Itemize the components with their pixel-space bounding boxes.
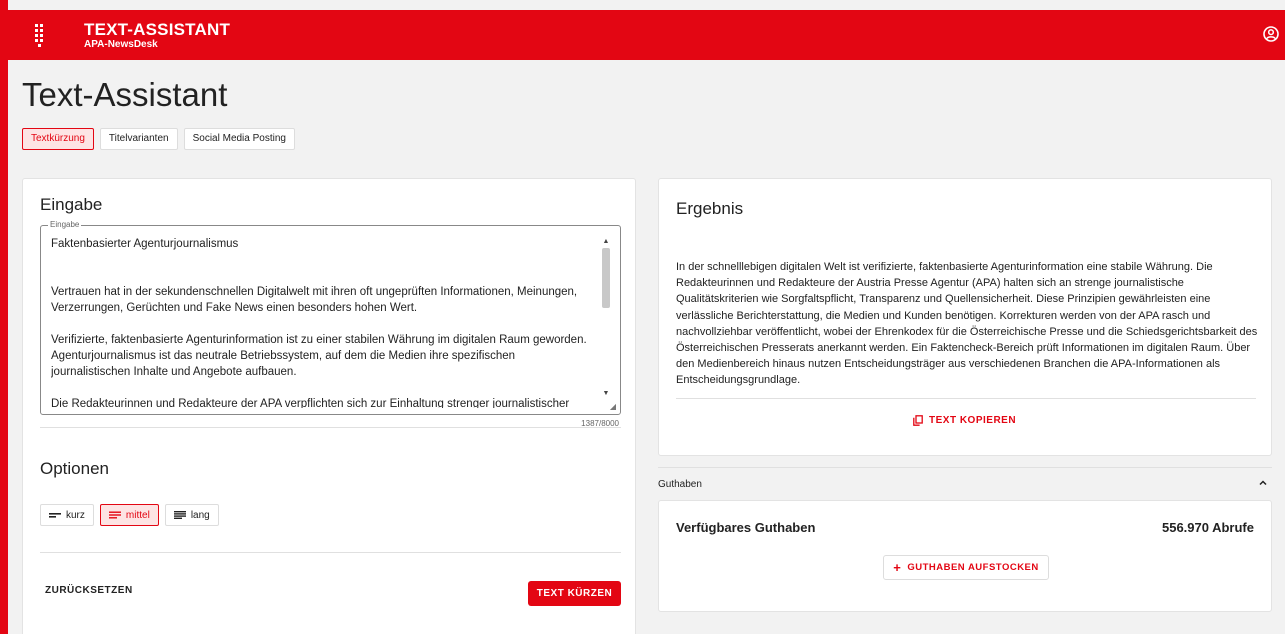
available-credit-value: 556.970 Abrufe xyxy=(1161,520,1254,535)
app-bar: TEXT-ASSISTANT APA-NewsDesk xyxy=(8,10,1285,60)
result-card: Ergebnis In der schnelllebigen digitalen… xyxy=(658,178,1272,456)
plus-icon: + xyxy=(893,559,902,575)
copy-icon xyxy=(913,415,923,426)
available-credit-label: Verfügbares Guthaben xyxy=(676,520,816,535)
copy-text-label: TEXT KOPIEREN xyxy=(929,415,1017,426)
option-kurz-label: kurz xyxy=(66,509,85,521)
credit-section-label[interactable]: Guthaben xyxy=(658,479,702,490)
chevron-up-icon[interactable] xyxy=(1258,478,1268,488)
input-field-label: Eingabe xyxy=(48,220,82,229)
scroll-up-arrow-icon[interactable]: ▲ xyxy=(602,238,610,246)
credit-section-divider xyxy=(658,467,1272,468)
input-textarea[interactable]: Eingabe Faktenbasierter Agenturjournalis… xyxy=(40,220,621,415)
option-lang[interactable]: lang xyxy=(164,504,219,526)
options-divider xyxy=(40,552,621,553)
option-lang-label: lang xyxy=(190,509,210,521)
left-frame-border xyxy=(0,0,8,634)
long-lines-icon xyxy=(173,511,186,519)
option-mittel-label: mittel xyxy=(125,509,150,521)
user-circle-icon[interactable] xyxy=(1263,26,1279,42)
credit-card: Verfügbares Guthaben 556.970 Abrufe + GU… xyxy=(658,500,1272,612)
topup-credit-label: GUTHABEN AUFSTOCKEN xyxy=(907,562,1039,573)
app-subtitle: APA-NewsDesk xyxy=(84,38,158,50)
result-card-title: Ergebnis xyxy=(676,199,744,218)
options-title: Optionen xyxy=(40,459,109,478)
apps-grid-icon[interactable] xyxy=(28,23,50,47)
length-options: kurz mittel lang xyxy=(40,504,219,526)
tab-social-media-posting[interactable]: Social Media Posting xyxy=(183,128,295,150)
input-card: Eingabe Eingabe Faktenbasierter Agenturj… xyxy=(22,178,636,634)
resize-handle-icon[interactable]: ◢ xyxy=(610,402,616,411)
option-mittel[interactable]: mittel xyxy=(99,504,159,526)
scrollbar-thumb[interactable] xyxy=(602,248,610,308)
copy-text-button[interactable]: TEXT KOPIEREN xyxy=(913,415,1016,426)
tool-tabs: Textkürzung Titelvarianten Social Media … xyxy=(22,128,295,150)
input-text-value[interactable]: Faktenbasierter Agenturjournalismus Vert… xyxy=(51,236,597,408)
reset-button[interactable]: ZURÜCKSETZEN xyxy=(45,585,133,596)
topup-credit-button[interactable]: + GUTHABEN AUFSTOCKEN xyxy=(883,555,1049,580)
scroll-down-arrow-icon[interactable]: ▼ xyxy=(602,390,610,398)
short-lines-icon xyxy=(49,513,61,518)
input-divider xyxy=(40,427,621,428)
medium-lines-icon xyxy=(108,511,121,519)
app-title: TEXT-ASSISTANT xyxy=(84,19,231,39)
app-brand: TEXT-ASSISTANT APA-NewsDesk xyxy=(84,21,230,50)
option-kurz[interactable]: kurz xyxy=(40,504,94,526)
page-title: Text-Assistant xyxy=(22,76,228,113)
textarea-scrollbar[interactable]: ▲ ▼ xyxy=(602,238,610,398)
input-card-title: Eingabe xyxy=(40,195,103,214)
result-divider xyxy=(676,398,1256,399)
tab-textkuerzung[interactable]: Textkürzung xyxy=(22,128,94,150)
tab-titelvarianten[interactable]: Titelvarianten xyxy=(99,128,178,150)
result-text: In der schnelllebigen digitalen Welt ist… xyxy=(676,261,1258,387)
shorten-text-button[interactable]: TEXT KÜRZEN xyxy=(528,581,621,606)
